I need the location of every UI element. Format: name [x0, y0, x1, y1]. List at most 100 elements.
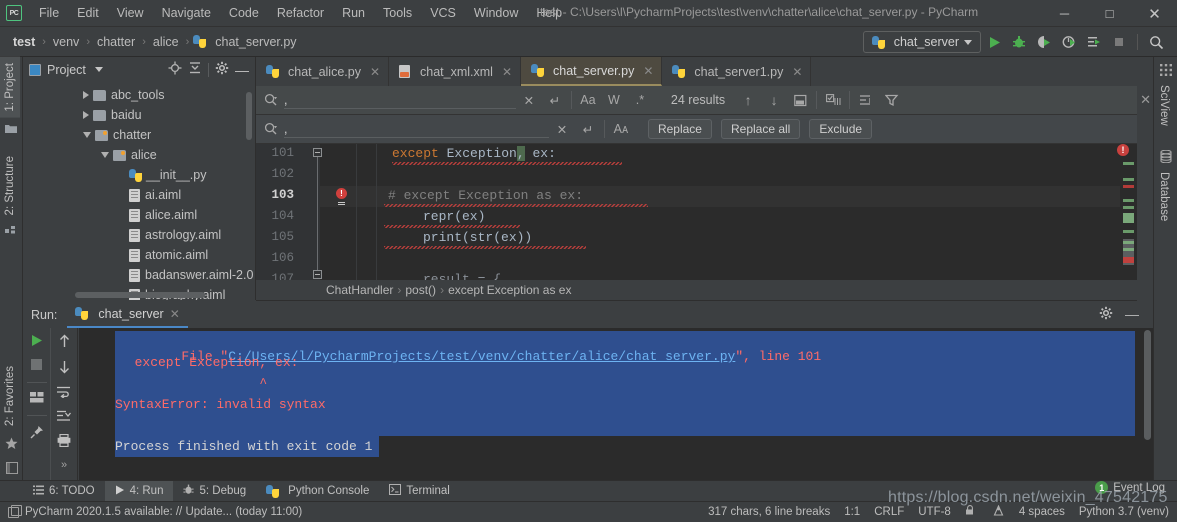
- replace-all-button[interactable]: Replace all: [720, 119, 801, 139]
- error-count-badge[interactable]: !: [1117, 144, 1129, 156]
- breadcrumb-chat-server[interactable]: chat_server.py: [212, 35, 299, 49]
- list-item[interactable]: baidu: [23, 105, 255, 125]
- vertical-scrollbar[interactable]: [246, 92, 252, 140]
- line-separator[interactable]: CRLF: [874, 506, 904, 518]
- list-item[interactable]: __init__.py: [23, 165, 255, 185]
- menu-file[interactable]: File: [30, 2, 68, 24]
- project-tree[interactable]: abc_tools baidu chatter alice __init__.p…: [23, 82, 255, 300]
- chevron-right-icon[interactable]: [83, 91, 89, 99]
- breadcrumb-class[interactable]: ChatHandler: [326, 283, 393, 297]
- run-coverage-icon[interactable]: [1033, 31, 1055, 53]
- python-interpreter[interactable]: Python 3.7 (venv): [1079, 506, 1169, 518]
- sidebar-item-structure[interactable]: 2: Structure: [0, 150, 20, 221]
- scroll-to-end-icon[interactable]: [57, 410, 71, 425]
- find-previous-button[interactable]: ↑: [735, 89, 761, 111]
- search-icon[interactable]: [264, 93, 278, 107]
- hide-windows-icon[interactable]: [0, 459, 23, 477]
- breadcrumb-venv[interactable]: venv: [50, 35, 82, 49]
- more-icon[interactable]: »: [61, 459, 67, 471]
- tab-python-console[interactable]: Python Console: [256, 481, 379, 502]
- minimize-button[interactable]: ─: [1042, 0, 1087, 27]
- maximize-button[interactable]: □: [1087, 0, 1132, 27]
- find-next-button[interactable]: ↓: [761, 89, 787, 111]
- close-button[interactable]: ✕: [1132, 0, 1177, 27]
- collapse-all-icon[interactable]: [188, 61, 202, 78]
- list-item[interactable]: abc_tools: [23, 85, 255, 105]
- sidebar-item-sciview[interactable]: SciView: [1154, 79, 1174, 132]
- up-icon[interactable]: [58, 334, 71, 351]
- horizontal-scrollbar[interactable]: [75, 292, 205, 298]
- console-scrollbar[interactable]: [1144, 330, 1151, 440]
- menu-refactor[interactable]: Refactor: [268, 2, 333, 24]
- match-case-toggle[interactable]: Aa: [575, 89, 601, 111]
- indent-setting[interactable]: 4 spaces: [1019, 506, 1065, 518]
- close-icon[interactable]: ✕: [370, 65, 380, 79]
- pin-icon[interactable]: [30, 425, 44, 442]
- list-item[interactable]: alice: [23, 145, 255, 165]
- search-in-comments-icon[interactable]: I: [853, 89, 879, 111]
- sidebar-item-favorites[interactable]: 2: Favorites: [0, 360, 20, 432]
- clear-search-icon[interactable]: ✕: [516, 89, 542, 111]
- list-item[interactable]: ai.aiml: [23, 185, 255, 205]
- menu-vcs[interactable]: VCS: [421, 2, 465, 24]
- list-item[interactable]: atomic.aiml: [23, 245, 255, 265]
- tab-chat-server-py[interactable]: chat_server.py ✕: [521, 57, 663, 86]
- run-tab-chat-server[interactable]: chat_server ✕: [67, 301, 188, 328]
- chevron-down-icon[interactable]: [101, 152, 109, 158]
- list-item[interactable]: alice.aiml: [23, 205, 255, 225]
- tab-debug[interactable]: 5: Debug: [173, 481, 256, 502]
- search-input[interactable]: ,: [284, 91, 516, 109]
- clear-replace-icon[interactable]: ✕: [549, 118, 575, 140]
- list-item[interactable]: badanswer.aiml-2.0: [23, 265, 255, 285]
- chevron-right-icon[interactable]: [83, 111, 89, 119]
- file-encoding[interactable]: UTF-8: [918, 506, 951, 518]
- filter-icon[interactable]: [879, 89, 905, 111]
- chevron-down-icon[interactable]: [94, 67, 103, 72]
- menu-window[interactable]: Window: [465, 2, 527, 24]
- regex-toggle[interactable]: .*: [627, 89, 653, 111]
- console-file-link[interactable]: C:/Users/l/PycharmProjects/test/venv/cha…: [228, 349, 735, 364]
- close-icon[interactable]: ✕: [792, 65, 802, 79]
- error-marker-stripe[interactable]: [1120, 144, 1137, 280]
- run-console-output[interactable]: File "C:/Users/l/PycharmProjects/test/ve…: [79, 328, 1153, 480]
- code-editor[interactable]: 101 102 103 104 105 106 107 ! except Exc…: [256, 144, 1137, 280]
- whole-words-toggle[interactable]: W: [601, 89, 627, 111]
- breadcrumb-block[interactable]: except Exception as ex: [448, 283, 571, 297]
- stop-icon[interactable]: [1108, 31, 1130, 53]
- tab-chat-alice-py[interactable]: chat_alice.py ✕: [256, 57, 390, 86]
- stop-icon[interactable]: [31, 359, 42, 373]
- status-message[interactable]: PyCharm 2020.1.5 available: // Update...…: [25, 506, 302, 518]
- search-everywhere-icon[interactable]: [1145, 31, 1167, 53]
- tab-run[interactable]: 4: Run: [104, 480, 174, 502]
- close-icon[interactable]: ✕: [170, 307, 180, 321]
- profile-icon[interactable]: [1058, 31, 1080, 53]
- menu-code[interactable]: Code: [220, 2, 268, 24]
- search-icon[interactable]: [264, 122, 278, 136]
- select-all-occurrences-icon[interactable]: [820, 89, 846, 111]
- layout-icon[interactable]: [29, 392, 44, 406]
- tab-chat-xml-xml[interactable]: chat_xml.xml ✕: [389, 57, 522, 86]
- tab-chat-server1-py[interactable]: chat_server1.py ✕: [662, 57, 812, 86]
- open-in-find-window-icon[interactable]: [787, 89, 813, 111]
- breadcrumb-method[interactable]: post(): [405, 283, 436, 297]
- close-icon[interactable]: ✕: [643, 64, 653, 78]
- filter-history-icon[interactable]: ↵: [542, 89, 568, 111]
- replace-button[interactable]: Replace: [647, 119, 712, 139]
- gear-icon[interactable]: [215, 61, 229, 78]
- fold-collapse-icon[interactable]: [313, 148, 322, 157]
- breadcrumb-alice[interactable]: alice: [150, 35, 182, 49]
- replace-input[interactable]: ,: [284, 120, 549, 138]
- menu-navigate[interactable]: Navigate: [153, 2, 220, 24]
- menu-view[interactable]: View: [108, 2, 153, 24]
- print-icon[interactable]: [57, 433, 71, 450]
- intention-bulb-icon[interactable]: !: [336, 188, 347, 203]
- rerun-icon[interactable]: [30, 334, 43, 350]
- breadcrumb-test[interactable]: test: [10, 35, 38, 49]
- hide-icon[interactable]: —: [235, 63, 249, 77]
- fold-collapse-icon[interactable]: [313, 270, 322, 279]
- sidebar-item-project[interactable]: 1: Project: [0, 57, 20, 118]
- menu-run[interactable]: Run: [333, 2, 374, 24]
- minimize-run-panel-icon[interactable]: —: [1125, 306, 1139, 322]
- chevron-down-icon[interactable]: [83, 132, 91, 138]
- tab-terminal[interactable]: Terminal: [379, 481, 459, 502]
